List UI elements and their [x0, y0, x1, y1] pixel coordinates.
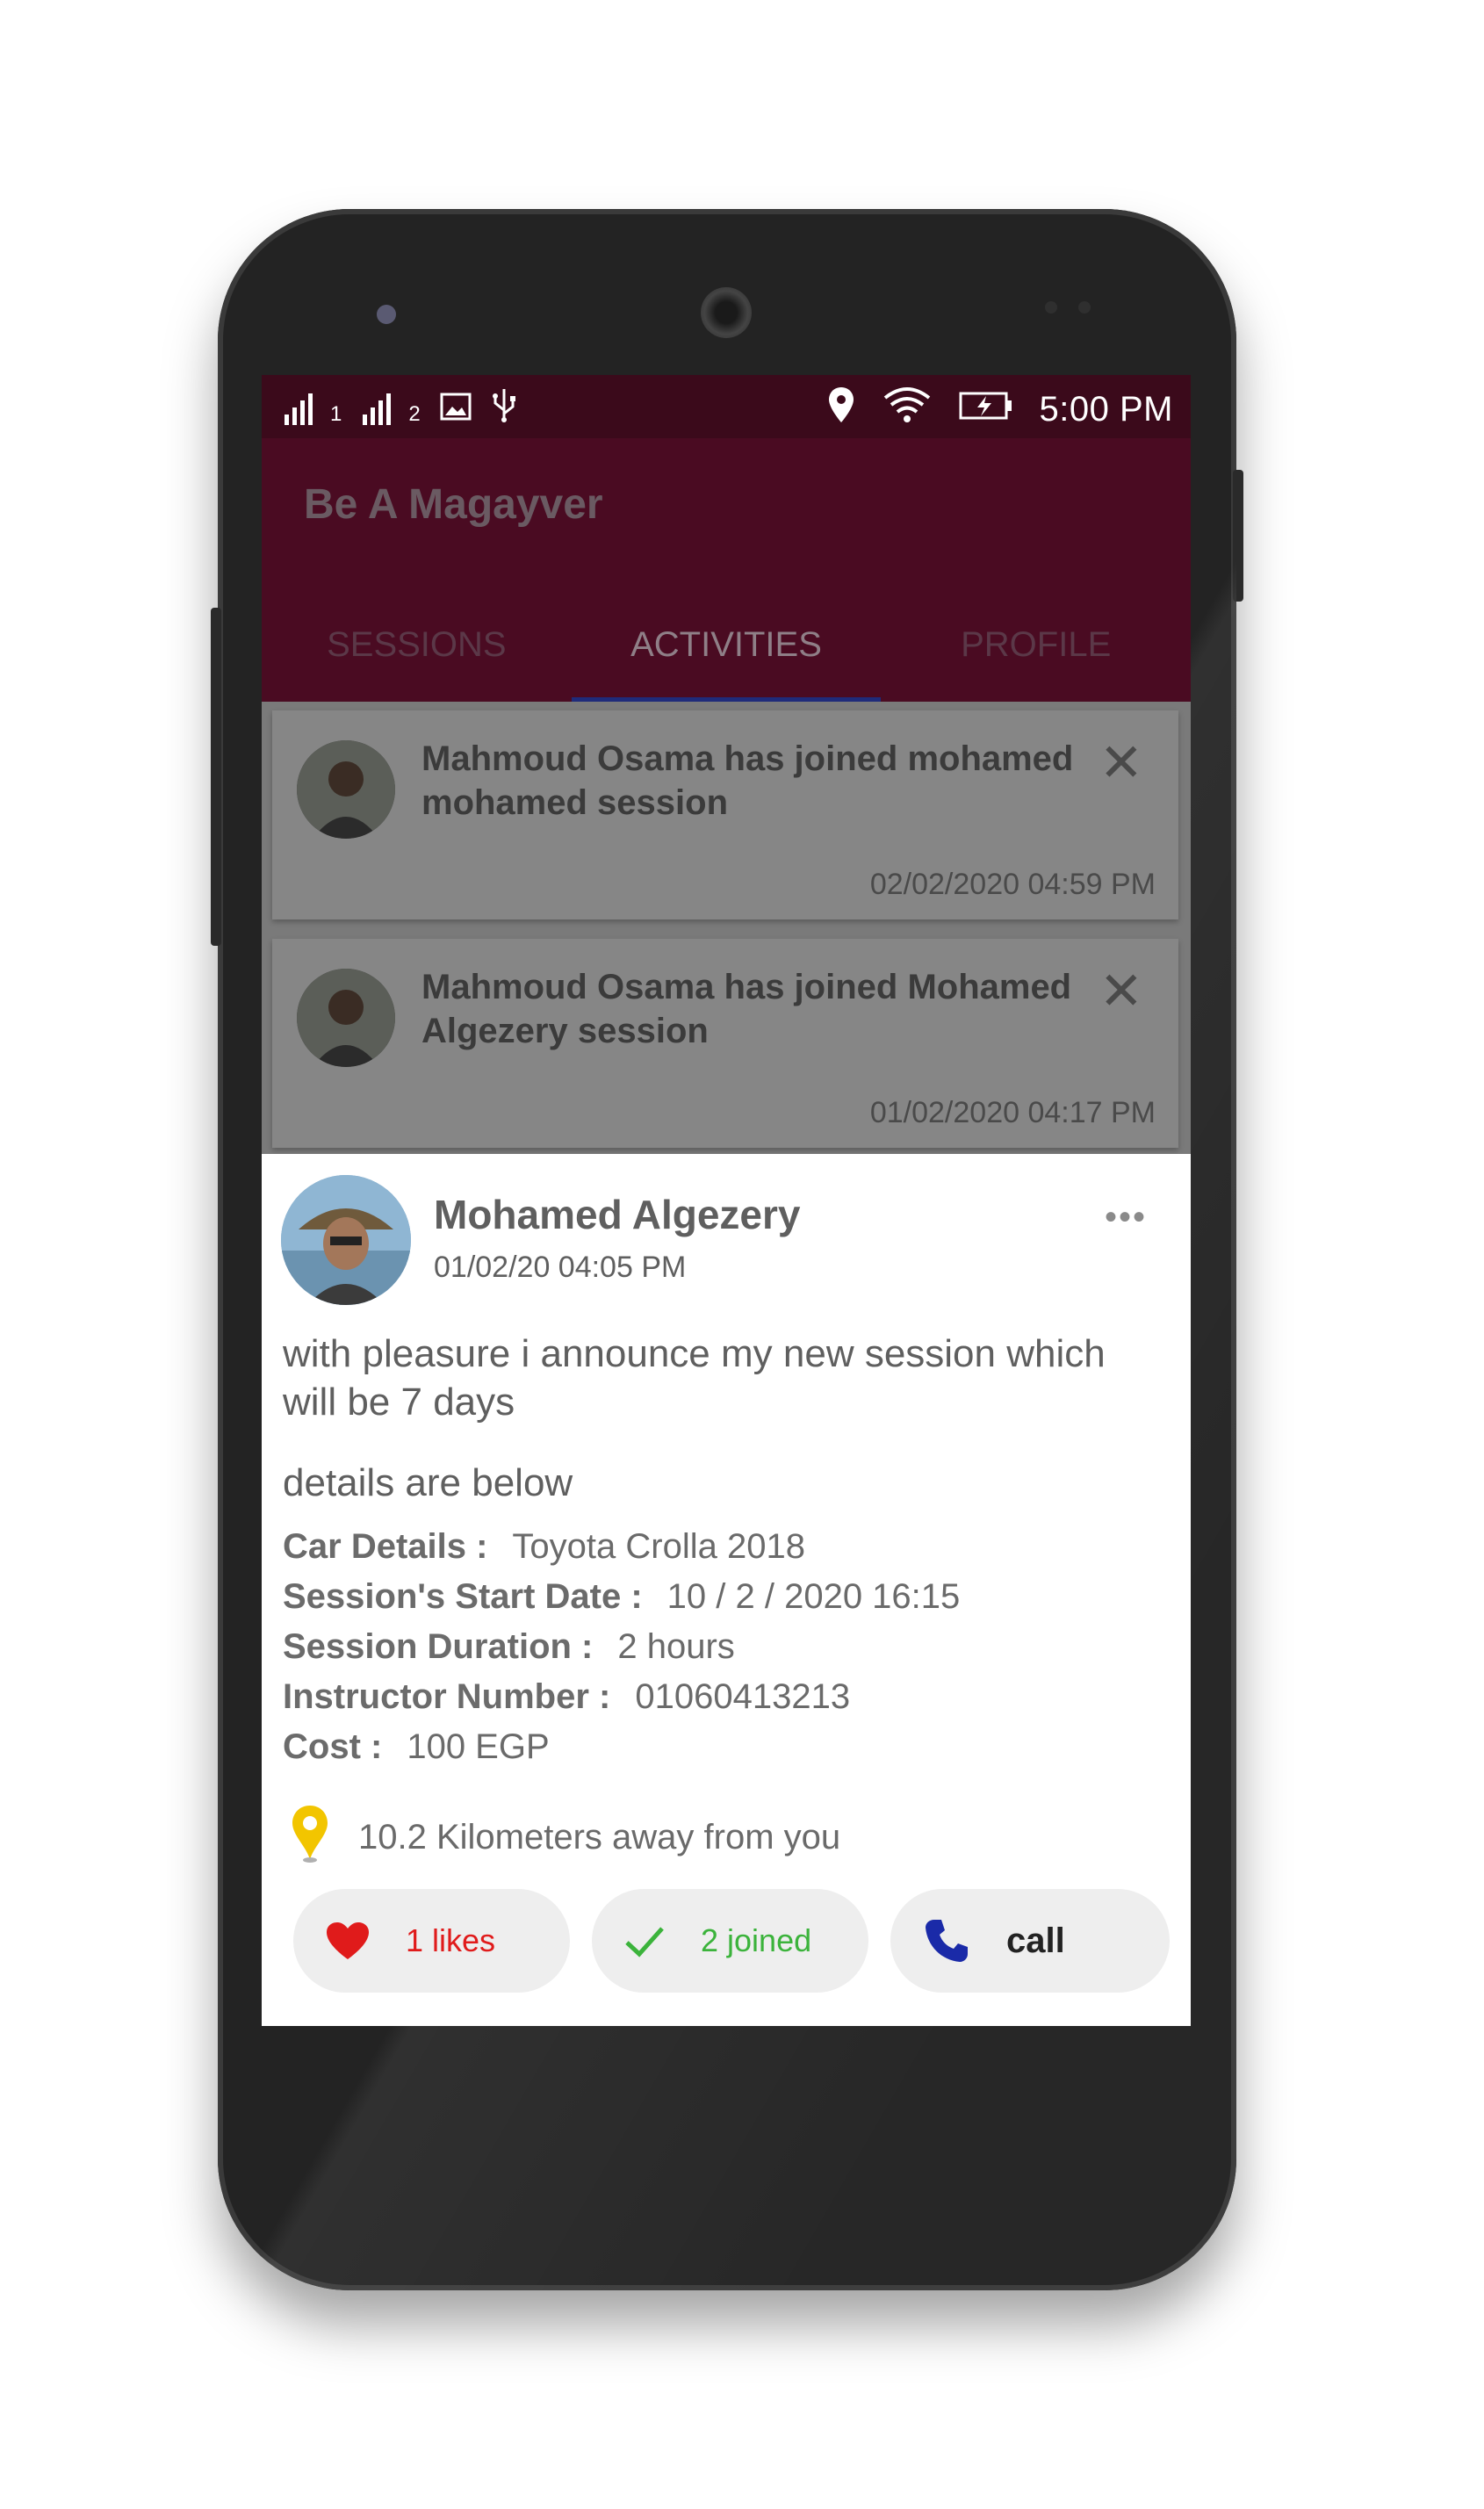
call-label: call	[1006, 1921, 1065, 1960]
detail-label: Session's Start Date :	[283, 1577, 643, 1616]
tab-sessions[interactable]: SESSIONS	[262, 614, 572, 702]
author-avatar[interactable]	[281, 1175, 411, 1305]
clock: 5:00 PM	[1039, 389, 1173, 429]
earpiece-speaker	[701, 287, 752, 338]
location-icon	[827, 386, 855, 433]
activity-card[interactable]: Mahmoud Osama has joined mohamed mohamed…	[272, 710, 1178, 919]
check-icon	[623, 1923, 666, 1958]
sim1-label: 1	[330, 402, 342, 426]
join-button[interactable]: 2 joined	[592, 1889, 868, 1993]
post-date: 01/02/20 04:05 PM	[434, 1251, 687, 1284]
activity-message: Mahmoud Osama has joined mohamed mohamed…	[421, 739, 1074, 822]
sim2-label: 2	[408, 402, 421, 426]
signal-icon-sim1: 1	[283, 392, 342, 427]
heart-icon	[325, 1921, 371, 1961]
volume-button	[211, 608, 221, 946]
image-notification-icon	[440, 390, 472, 429]
detail-value: 2 hours	[617, 1627, 735, 1666]
phone-screen: 1 2 5:00 PM Be A Magayver SESSIONS ACTIV…	[262, 375, 1191, 2026]
activity-time: 02/02/2020 04:59 PM	[869, 868, 1156, 901]
detail-label: Car Details :	[283, 1527, 488, 1566]
app-title: Be A Magayver	[304, 481, 603, 528]
call-button[interactable]: call	[890, 1889, 1170, 1993]
joined-count: 2 joined	[701, 1922, 812, 1958]
phone-icon	[922, 1916, 971, 1965]
tab-activities[interactable]: ACTIVITIES	[571, 614, 882, 702]
wifi-icon	[882, 386, 933, 433]
detail-value: 100 EGP	[407, 1727, 550, 1766]
detail-duration: Session Duration : 2 hours	[283, 1627, 735, 1667]
session-post-sheet: Mohamed Algezery 01/02/20 04:05 PM ••• w…	[262, 1154, 1191, 2026]
usb-icon	[491, 387, 517, 431]
light-sensor	[1078, 301, 1091, 314]
activity-message: Mahmoud Osama has joined Mohamed Algezer…	[421, 968, 1072, 1050]
detail-value: 01060413213	[635, 1677, 851, 1716]
power-button	[1233, 470, 1243, 602]
detail-label: Cost :	[283, 1727, 383, 1766]
detail-value: 10 / 2 / 2020 16:15	[666, 1577, 961, 1616]
close-icon[interactable]: ✕	[1099, 737, 1143, 789]
distance-text: 10.2 Kilometers away from you	[358, 1817, 841, 1857]
detail-start-date: Session's Start Date : 10 / 2 / 2020 16:1…	[283, 1577, 960, 1617]
activity-time: 01/02/2020 04:17 PM	[869, 1096, 1156, 1129]
app-bar: Be A Magayver SESSIONS ACTIVITIES PROFIL…	[262, 438, 1191, 702]
detail-instructor-number: Instructor Number : 01060413213	[283, 1677, 850, 1717]
activity-list: Mahmoud Osama has joined mohamed mohamed…	[262, 702, 1191, 1154]
map-pin-icon	[288, 1802, 332, 1872]
more-options-icon[interactable]: •••	[1105, 1198, 1147, 1237]
tab-bar: SESSIONS ACTIVITIES PROFILE	[262, 614, 1191, 702]
activity-card[interactable]: Mahmoud Osama has joined Mohamed Algezer…	[272, 939, 1178, 1148]
close-icon[interactable]: ✕	[1099, 965, 1143, 1018]
tab-profile[interactable]: PROFILE	[881, 614, 1191, 702]
detail-cost: Cost : 100 EGP	[283, 1727, 550, 1767]
proximity-sensor	[1045, 301, 1057, 314]
detail-label: Session Duration :	[283, 1627, 594, 1666]
author-name[interactable]: Mohamed Algezery	[434, 1191, 801, 1238]
battery-charging-icon	[959, 390, 1013, 429]
like-button[interactable]: 1 likes	[293, 1889, 570, 1993]
avatar	[297, 740, 395, 839]
signal-icon-sim2: 2	[361, 392, 421, 427]
detail-value: Toyota Crolla 2018	[512, 1527, 805, 1566]
post-text: with pleasure i announce my new session …	[283, 1332, 1106, 1424]
distance-row: 10.2 Kilometers away from you	[283, 1802, 840, 1872]
front-sensor	[377, 305, 396, 324]
avatar	[297, 969, 395, 1067]
likes-count: 1 likes	[406, 1922, 496, 1958]
details-heading: details are below	[283, 1461, 573, 1504]
status-bar: 1 2 5:00 PM	[262, 375, 1191, 438]
detail-label: Instructor Number :	[283, 1677, 611, 1716]
detail-car: Car Details : Toyota Crolla 2018	[283, 1527, 805, 1567]
